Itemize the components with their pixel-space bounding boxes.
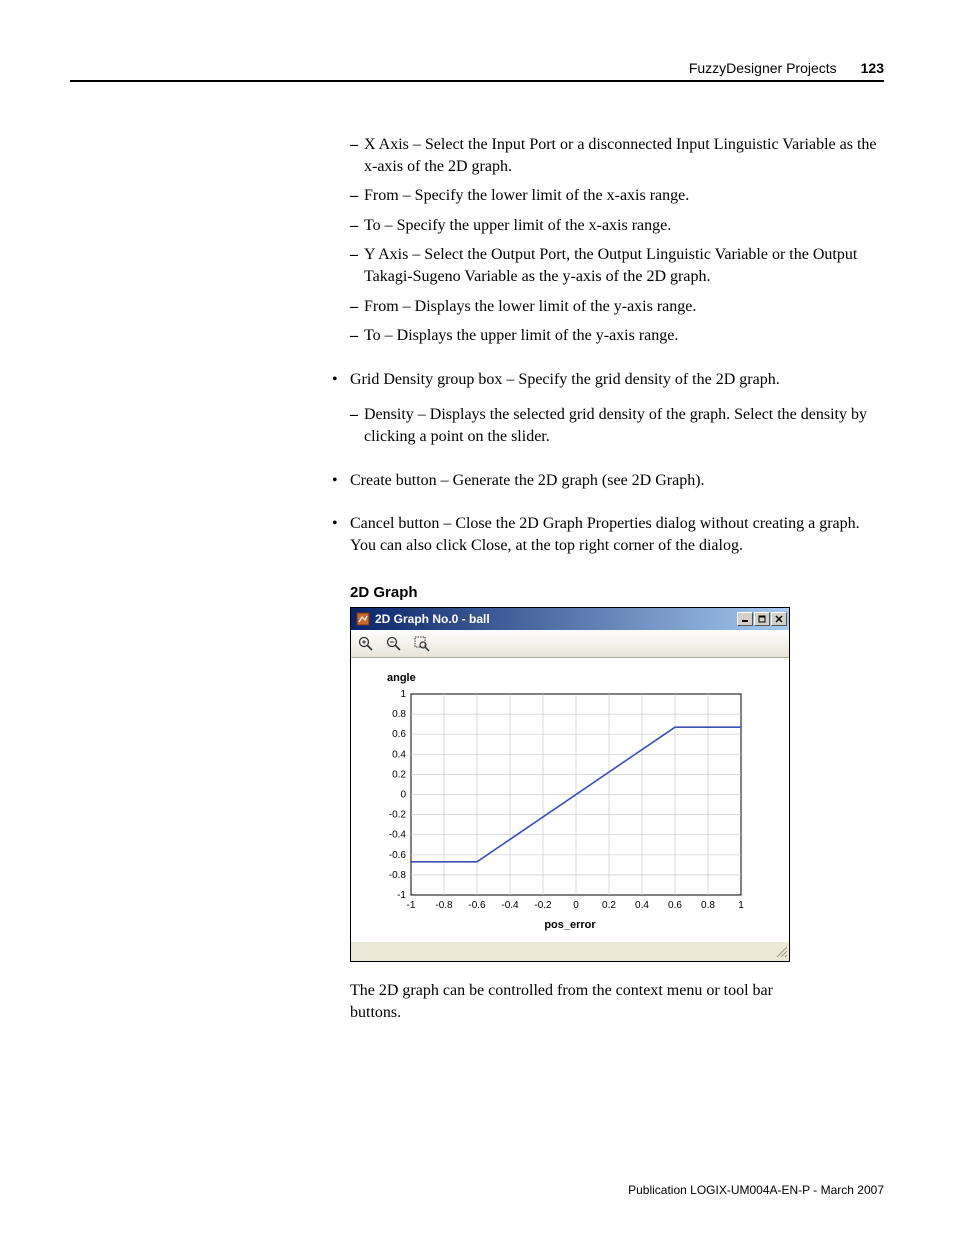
svg-text:-0.4: -0.4	[389, 830, 407, 841]
svg-text:-1: -1	[407, 900, 416, 911]
maximize-button[interactable]	[754, 612, 770, 626]
dash-item: Y Axis – Select the Output Port, the Out…	[350, 244, 884, 287]
bullet-list: Grid Density group box – Specify the gri…	[322, 369, 884, 557]
svg-text:1: 1	[738, 900, 744, 911]
svg-text:-0.6: -0.6	[468, 900, 486, 911]
svg-text:0.8: 0.8	[701, 900, 715, 911]
y-axis-label: angle	[387, 672, 769, 684]
zoom-in-button[interactable]	[355, 633, 377, 655]
statusbar	[351, 941, 789, 961]
bullet-text: Create button – Generate the 2D graph (s…	[350, 472, 705, 489]
app-icon	[355, 611, 371, 627]
svg-text:0: 0	[400, 790, 406, 801]
header-page-number: 123	[861, 60, 884, 76]
page-header: FuzzyDesigner Projects 123	[70, 60, 884, 82]
bullet-text: Grid Density group box – Specify the gri…	[350, 371, 780, 388]
toolbar	[351, 630, 789, 658]
section-title: 2D Graph	[350, 584, 884, 601]
header-chapter: FuzzyDesigner Projects	[689, 60, 837, 76]
svg-text:0.4: 0.4	[392, 750, 406, 761]
svg-text:-0.8: -0.8	[389, 870, 407, 881]
svg-text:-1: -1	[397, 890, 406, 901]
svg-text:-0.2: -0.2	[389, 810, 407, 821]
page-footer: Publication LOGIX-UM004A-EN-P - March 20…	[628, 1183, 884, 1197]
bullet-item: Cancel button – Close the 2D Graph Prope…	[322, 513, 884, 556]
dash-item: To – Specify the upper limit of the x-ax…	[350, 215, 884, 237]
svg-text:-0.6: -0.6	[389, 850, 407, 861]
svg-text:0.2: 0.2	[392, 770, 406, 781]
resize-grip-icon[interactable]	[775, 945, 787, 959]
after-paragraph: The 2D graph can be controlled from the …	[350, 980, 824, 1023]
bullet-item: Grid Density group box – Specify the gri…	[322, 369, 884, 448]
zoom-region-button[interactable]	[411, 633, 433, 655]
svg-text:0.6: 0.6	[392, 730, 406, 741]
window-titlebar[interactable]: 2D Graph No.0 - ball	[351, 608, 789, 630]
chart-plot: -1 -0.8 -0.6 -0.4 -0.2 0 0.2 0.4 0.6 0.8 1 1 0.8 0.6 0…	[371, 690, 751, 915]
svg-text:-0.8: -0.8	[435, 900, 453, 911]
close-button[interactable]	[771, 612, 787, 626]
svg-text:0.6: 0.6	[668, 900, 682, 911]
sub-dash-item: Density – Displays the selected grid den…	[350, 404, 884, 447]
window-title: 2D Graph No.0 - ball	[375, 612, 490, 626]
svg-text:1: 1	[400, 690, 406, 700]
dash-item: To – Displays the upper limit of the y-a…	[350, 325, 884, 347]
svg-text:0.8: 0.8	[392, 709, 406, 720]
bullet-item: Create button – Generate the 2D graph (s…	[322, 470, 884, 492]
svg-text:-0.2: -0.2	[534, 900, 552, 911]
dash-item: X Axis – Select the Input Port or a disc…	[350, 134, 884, 177]
dash-item: From – Displays the lower limit of the y…	[350, 296, 884, 318]
zoom-out-button[interactable]	[383, 633, 405, 655]
graph-window: 2D Graph No.0 - ball	[350, 607, 790, 962]
sub-dash-list: Density – Displays the selected grid den…	[350, 404, 884, 447]
svg-text:-0.4: -0.4	[501, 900, 519, 911]
x-axis-label: pos_error	[371, 919, 769, 931]
svg-text:0.2: 0.2	[602, 900, 616, 911]
minimize-button[interactable]	[737, 612, 753, 626]
plot-area: angle -1 -0.8 -0.6 -0.4 -0.2 0 0.2 0.4 0.6 0.8 1 1 0…	[351, 658, 789, 941]
dash-item: From – Specify the lower limit of the x-…	[350, 185, 884, 207]
svg-text:0: 0	[573, 900, 579, 911]
bullet-text: Cancel button – Close the 2D Graph Prope…	[350, 515, 860, 554]
dash-list: X Axis – Select the Input Port or a disc…	[350, 134, 884, 347]
svg-text:0.4: 0.4	[635, 900, 649, 911]
